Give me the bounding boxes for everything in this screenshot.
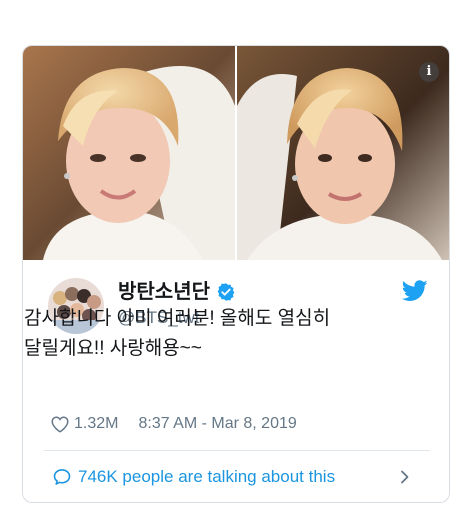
tweet-card[interactable]: i (22, 45, 450, 503)
tweet-media[interactable]: i (23, 46, 449, 260)
heart-icon[interactable] (50, 415, 70, 433)
display-name[interactable]: 방탄소년단 (118, 280, 210, 304)
conversation-text[interactable]: 746K people are talking about this (78, 467, 398, 487)
speech-bubble-icon (53, 469, 71, 485)
divider (44, 450, 430, 451)
display-name-row: 방탄소년단 (118, 280, 236, 304)
verified-badge-icon (217, 283, 235, 301)
tweet-photo-2[interactable]: i (237, 46, 449, 260)
conversation-link[interactable]: 746K people are talking about this (52, 457, 422, 497)
tweet-meta: 1.32M 8:37 AM - Mar 8, 2019 (50, 414, 297, 434)
chevron-right-icon[interactable] (398, 470, 412, 484)
tweet-text: 감사합니다 아미 여러분! 올해도 열심히 달릴게요!! 사랑해용~~ (24, 308, 336, 359)
twitter-bird-icon[interactable] (402, 280, 428, 302)
like-count[interactable]: 1.32M (74, 414, 118, 434)
tweet-photo-1[interactable] (23, 46, 235, 260)
info-icon[interactable]: i (419, 62, 439, 82)
timestamp[interactable]: 8:37 AM - Mar 8, 2019 (138, 414, 296, 434)
